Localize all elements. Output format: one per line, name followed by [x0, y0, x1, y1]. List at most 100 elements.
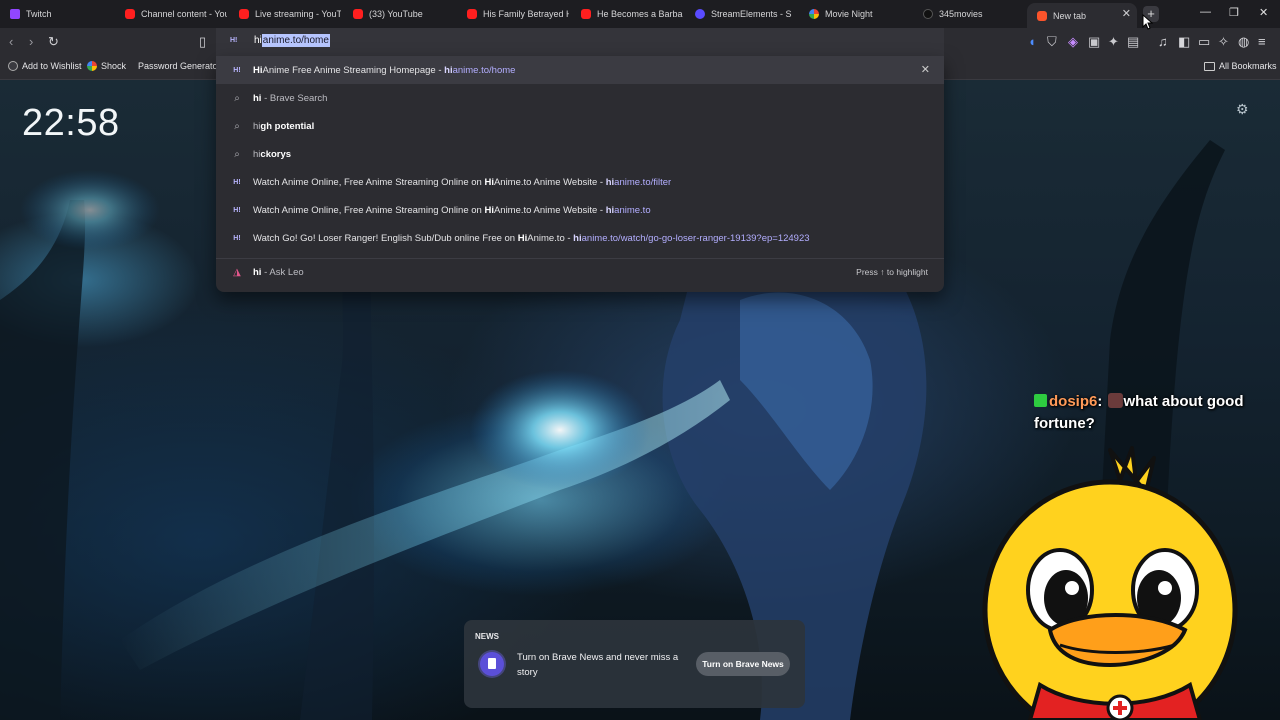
- leo-icon: ◮: [233, 266, 241, 278]
- tab-strip: Twitch Channel content - You Live stream…: [0, 0, 1280, 28]
- suggestion-prefix: Watch Anime Online, Free Anime Streaming…: [253, 176, 485, 188]
- bookmark-shock[interactable]: Shock: [87, 61, 126, 71]
- keyboard-hint: Press ↑ to highlight: [856, 267, 928, 277]
- suggestion-url: anime.to/home: [452, 64, 516, 76]
- tab-barbarian[interactable]: He Becomes a Barbaria: [571, 3, 683, 25]
- tab-345movies[interactable]: 345movies: [913, 3, 1025, 25]
- folder-icon: [1204, 61, 1215, 71]
- tab-label: StreamElements - S: [711, 9, 792, 19]
- brave-shields-icon[interactable]: ⛉: [1047, 34, 1057, 50]
- suggestion-brave-search[interactable]: ⌕ hi - Brave Search: [216, 84, 944, 112]
- suggestion-prefix: Watch Anime Online, Free Anime Streaming…: [253, 204, 485, 216]
- address-bar[interactable]: H! hianime.to/home: [216, 28, 944, 56]
- duck-mascot: [982, 446, 1238, 720]
- search-icon: ⌕: [234, 120, 240, 132]
- suggestion-hianime-home[interactable]: H! HiAnime Free Anime Streaming Homepage…: [216, 56, 944, 84]
- mouse-cursor-icon: [1142, 14, 1154, 30]
- tab-channel-content[interactable]: Channel content - You: [115, 3, 227, 25]
- hianime-icon: H!: [233, 234, 241, 242]
- bookmark-label: Shock: [101, 61, 127, 71]
- leo-label: - Ask Leo: [261, 266, 304, 278]
- suggestion-loser-ranger[interactable]: H! Watch Go! Go! Loser Ranger! English S…: [216, 224, 944, 252]
- suggestion-url-match: hi: [444, 64, 453, 76]
- minimize-icon[interactable]: —: [1200, 6, 1211, 18]
- search-icon: ⌕: [234, 92, 240, 104]
- suggestion-match: ckorys: [260, 148, 292, 160]
- extension-icon[interactable]: ▣: [1088, 34, 1100, 50]
- suggestion-url: anime.to/filter: [614, 176, 672, 188]
- screenshot-icon[interactable]: ▤: [1127, 34, 1139, 50]
- reload-icon[interactable]: ↻: [48, 34, 59, 50]
- suggestion-url-match: hi: [573, 232, 582, 244]
- movie-night-icon: [809, 9, 819, 19]
- all-bookmarks[interactable]: All Bookmarks: [1204, 61, 1277, 71]
- tab-label: (33) YouTube: [369, 9, 423, 19]
- suggestion-hianime-filter[interactable]: H! Watch Anime Online, Free Anime Stream…: [216, 168, 944, 196]
- suggestion-match: Hi: [484, 176, 494, 188]
- hianime-icon: H!: [233, 66, 241, 74]
- 345movies-icon: [923, 9, 933, 19]
- chat-overlay-message: dosip6: what about good fortune?: [1034, 393, 1244, 432]
- suggestion-url: anime.to: [614, 204, 651, 216]
- bookmark-add-to-wishlist[interactable]: Add to Wishlist: [8, 61, 82, 71]
- back-icon[interactable]: ‹: [9, 34, 13, 50]
- tab-label: Channel content - You: [141, 9, 227, 19]
- verified-badge-icon: [1034, 394, 1047, 407]
- restore-icon[interactable]: ❐: [1229, 6, 1239, 19]
- google-icon: [87, 61, 97, 71]
- news-icon: [480, 652, 504, 676]
- brave-news-card: NEWS Turn on Brave News and never miss a…: [464, 620, 805, 708]
- youtube-icon: [125, 9, 135, 19]
- forward-icon[interactable]: ›: [29, 34, 33, 50]
- suggestion-hickorys[interactable]: ⌕ hickorys: [216, 140, 944, 168]
- address-input[interactable]: hianime.to/home: [254, 34, 330, 47]
- suggestion-match: gh potential: [260, 120, 315, 132]
- tab-family-betrayed[interactable]: His Family Betrayed Hi: [457, 3, 569, 25]
- close-window-icon[interactable]: ✕: [1259, 6, 1268, 19]
- turn-on-brave-news-button[interactable]: Turn on Brave News: [696, 652, 790, 676]
- leo-icon[interactable]: ✧: [1218, 34, 1229, 50]
- tab-label: New tab: [1053, 10, 1087, 21]
- youtube-icon: [467, 9, 477, 19]
- bookmark-password-generator[interactable]: Password Generator: [134, 61, 218, 71]
- tab-streamelements[interactable]: StreamElements - S: [685, 3, 797, 25]
- emote-icon: [1107, 393, 1123, 408]
- puzzle-icon[interactable]: ✦: [1108, 34, 1119, 50]
- suggestion-match: Hi: [484, 204, 494, 216]
- hianime-icon: H!: [233, 178, 241, 186]
- audio-icon[interactable]: ◖: [1028, 34, 1036, 50]
- tab-youtube[interactable]: (33) YouTube: [343, 3, 455, 25]
- tab-label: 345movies: [939, 9, 983, 19]
- suggestion-ask-leo[interactable]: ◮ hi - Ask Leo: [216, 258, 944, 286]
- bookmark-label: Password Generator: [138, 61, 218, 71]
- suggestion-title: Anime.to Anime Website -: [493, 176, 606, 188]
- gear-icon[interactable]: ⚙: [1236, 101, 1249, 118]
- suggestion-hianime-site[interactable]: H! Watch Anime Online, Free Anime Stream…: [216, 196, 944, 224]
- tab-label: Twitch: [26, 9, 52, 19]
- sidebar-icon[interactable]: ◧: [1178, 34, 1190, 50]
- browser-window: Twitch Channel content - You Live stream…: [0, 0, 1280, 720]
- twitch-icon: [10, 9, 20, 19]
- tab-label: Live streaming - YouTu: [255, 9, 341, 19]
- vpn-icon[interactable]: ◍: [1238, 34, 1249, 50]
- menu-icon[interactable]: ≡: [1258, 34, 1266, 50]
- suggestion-url-match: hi: [605, 176, 615, 188]
- suggestion-title: Anime.to Anime Website -: [493, 204, 606, 216]
- suggestion-title: - Brave Search: [261, 92, 328, 104]
- extension-twitch-icon[interactable]: ◈: [1068, 34, 1078, 50]
- suggestion-high-potential[interactable]: ⌕ high potential: [216, 112, 944, 140]
- wallet-icon[interactable]: ▭: [1198, 34, 1210, 50]
- tab-new-tab[interactable]: New tab ✕: [1027, 3, 1137, 28]
- tab-label: His Family Betrayed Hi: [483, 9, 569, 19]
- suggestion-title: Anime Free Anime Streaming Homepage -: [262, 64, 445, 76]
- tab-twitch[interactable]: Twitch: [0, 3, 110, 25]
- bookmark-icon[interactable]: ▯: [199, 34, 206, 50]
- hianime-icon: H!: [233, 206, 241, 214]
- tab-movie-night[interactable]: Movie Night: [799, 3, 911, 25]
- suggestion-url-match: hi: [605, 204, 615, 216]
- music-icon[interactable]: ♫: [1158, 34, 1168, 50]
- close-tab-icon[interactable]: ✕: [1122, 7, 1131, 20]
- remove-suggestion-icon[interactable]: ✕: [921, 63, 930, 76]
- steam-icon: [8, 61, 18, 71]
- tab-live-streaming[interactable]: Live streaming - YouTu: [229, 3, 341, 25]
